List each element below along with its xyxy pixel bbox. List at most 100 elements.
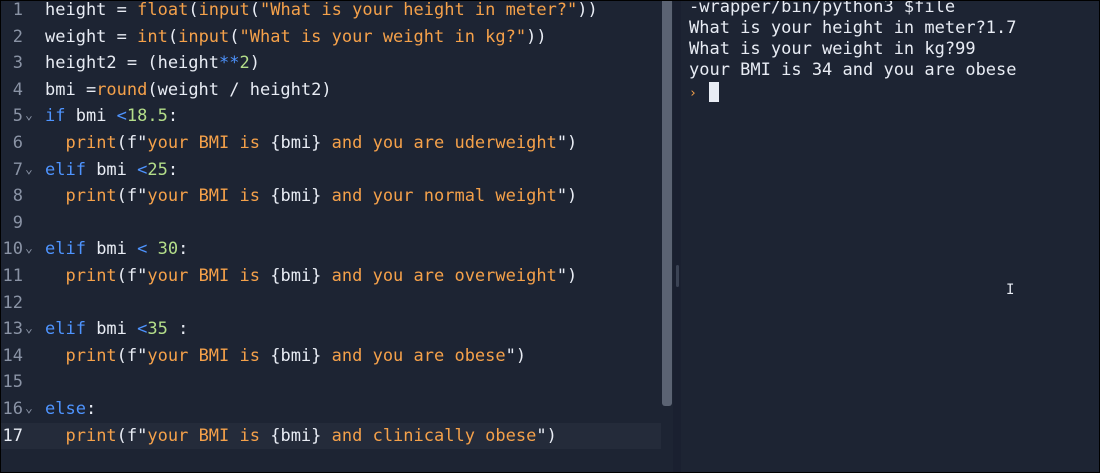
code-token: ( — [249, 1, 260, 20]
code-token: ( — [229, 27, 240, 47]
line-number: 2 — [12, 27, 23, 47]
code-token: {bmi} — [270, 346, 322, 366]
code-editor[interactable]: 1 height = float(input("What is your heig… — [1, 1, 673, 472]
code-line[interactable]: 16 ⌄ else: — [1, 396, 661, 422]
line-number: 7 — [12, 160, 23, 180]
code-token: bmi — [85, 319, 138, 339]
code-token: )) — [577, 1, 598, 20]
code-token: {bmi} — [270, 133, 322, 153]
code-line[interactable]: 2 weight = int(input("What is your weight… — [1, 24, 661, 50]
code-token: (f" — [116, 133, 148, 153]
code-token: and you are obese — [321, 346, 506, 366]
code-token: "What is your weight in kg?" — [239, 27, 527, 47]
pane-divider[interactable] — [673, 1, 681, 472]
code-token: bmi — [85, 160, 138, 180]
code-line[interactable]: 8 print(f"your BMI is {bmi} and your nor… — [1, 183, 661, 209]
fold-chevron-icon[interactable]: ⌄ — [25, 396, 33, 422]
code-token: bmi = — [45, 80, 97, 100]
code-token: your BMI is — [147, 346, 271, 366]
line-number: 1 — [12, 1, 23, 20]
line-number: 17 — [2, 426, 23, 446]
code-token: ") — [505, 346, 527, 366]
console-cursor[interactable] — [709, 82, 719, 102]
code-text: elif bmi < 30: — [45, 236, 188, 262]
code-token: elif — [45, 239, 86, 259]
code-token: (f" — [116, 186, 148, 206]
code-line[interactable]: 13 ⌄ elif bmi <35 : — [1, 316, 661, 342]
code-token: elif — [45, 319, 86, 339]
code-token: 2 — [239, 53, 250, 73]
code-token: : — [167, 106, 179, 126]
code-token: {bmi} — [270, 186, 322, 206]
line-number: 14 — [2, 346, 23, 366]
code-token: : — [178, 239, 189, 259]
code-line[interactable]: 3 height2 = (height**2) — [1, 50, 661, 76]
code-token: weight = — [45, 27, 138, 47]
code-token: ") — [556, 133, 578, 153]
code-line[interactable]: 1 height = float(input("What is your heig… — [1, 1, 661, 23]
code-token: < — [137, 239, 148, 259]
code-token: height = — [45, 1, 138, 20]
code-line[interactable]: 11 print(f"your BMI is {bmi} and you are… — [1, 263, 661, 289]
code-token: input — [178, 27, 230, 47]
code-token: ( — [167, 27, 179, 47]
fold-chevron-icon[interactable]: ⌄ — [25, 316, 33, 342]
code-line[interactable]: 6 print(f"your BMI is {bmi} and you are … — [1, 130, 661, 156]
code-text: bmi =round(weight / height2) — [45, 77, 332, 103]
code-token: else — [45, 399, 86, 419]
code-token: < — [137, 160, 148, 180]
code-token: )) — [526, 27, 547, 47]
code-token: and you are uderweight — [321, 133, 557, 153]
line-number: 6 — [12, 133, 23, 153]
prompt-icon: › — [689, 86, 697, 101]
code-token: ") — [556, 266, 578, 286]
code-token: 35 — [147, 319, 168, 339]
ide-window: 1 height = float(input("What is your heig… — [0, 0, 1100, 473]
code-line[interactable]: 9 — [1, 210, 661, 236]
fold-chevron-icon[interactable]: ⌄ — [25, 236, 33, 262]
editor-scrollbar[interactable] — [662, 1, 672, 406]
code-text: print(f"your BMI is {bmi} and you are ob… — [45, 343, 526, 369]
code-token: ( — [188, 1, 199, 20]
code-token: and you are overweight — [321, 266, 557, 286]
code-text: weight = int(input("What is your weight … — [45, 24, 547, 50]
code-token: your BMI is — [147, 186, 271, 206]
code-token: < — [137, 319, 148, 339]
code-token: : — [167, 319, 189, 339]
code-line[interactable]: 5 ⌄ if bmi <18.5: — [1, 103, 661, 129]
code-token: input — [198, 1, 250, 20]
console-output[interactable]: -wrapper/bin/python3 $file What is your … — [681, 1, 1099, 472]
code-line[interactable]: 4 bmi =round(weight / height2) — [1, 77, 661, 103]
code-token: elif — [45, 160, 86, 180]
fold-chevron-icon[interactable]: ⌄ — [25, 157, 33, 183]
code-token: and clinically obese — [321, 426, 537, 446]
code-token: bmi — [65, 106, 117, 126]
code-text: print(f"your BMI is {bmi} and your norma… — [45, 183, 577, 209]
code-token: int — [137, 27, 168, 47]
line-number: 13 — [2, 319, 23, 339]
code-token: print — [65, 133, 117, 153]
code-token: : — [167, 160, 179, 180]
code-token: print — [65, 346, 117, 366]
line-number: 15 — [2, 372, 23, 392]
code-line[interactable]: 12 — [1, 290, 661, 316]
pane-resize-handle[interactable] — [676, 265, 679, 287]
code-token: your BMI is — [147, 426, 271, 446]
code-token: bmi — [85, 239, 138, 259]
code-line[interactable]: 10 ⌄ elif bmi < 30: — [1, 236, 661, 262]
code-token: print — [65, 266, 117, 286]
code-text: if bmi <18.5: — [45, 103, 178, 129]
code-line[interactable]: 7 ⌄ elif bmi <25: — [1, 157, 661, 183]
code-line[interactable]: 15 — [1, 369, 661, 395]
line-number: 16 — [2, 399, 23, 419]
fold-chevron-icon[interactable]: ⌄ — [25, 103, 33, 129]
code-line[interactable]: 14 print(f"your BMI is {bmi} and you are… — [1, 343, 661, 369]
code-text: print(f"your BMI is {bmi} and you are ov… — [45, 263, 577, 289]
code-line[interactable]: 17 print(f"your BMI is {bmi} and clinica… — [1, 423, 661, 449]
